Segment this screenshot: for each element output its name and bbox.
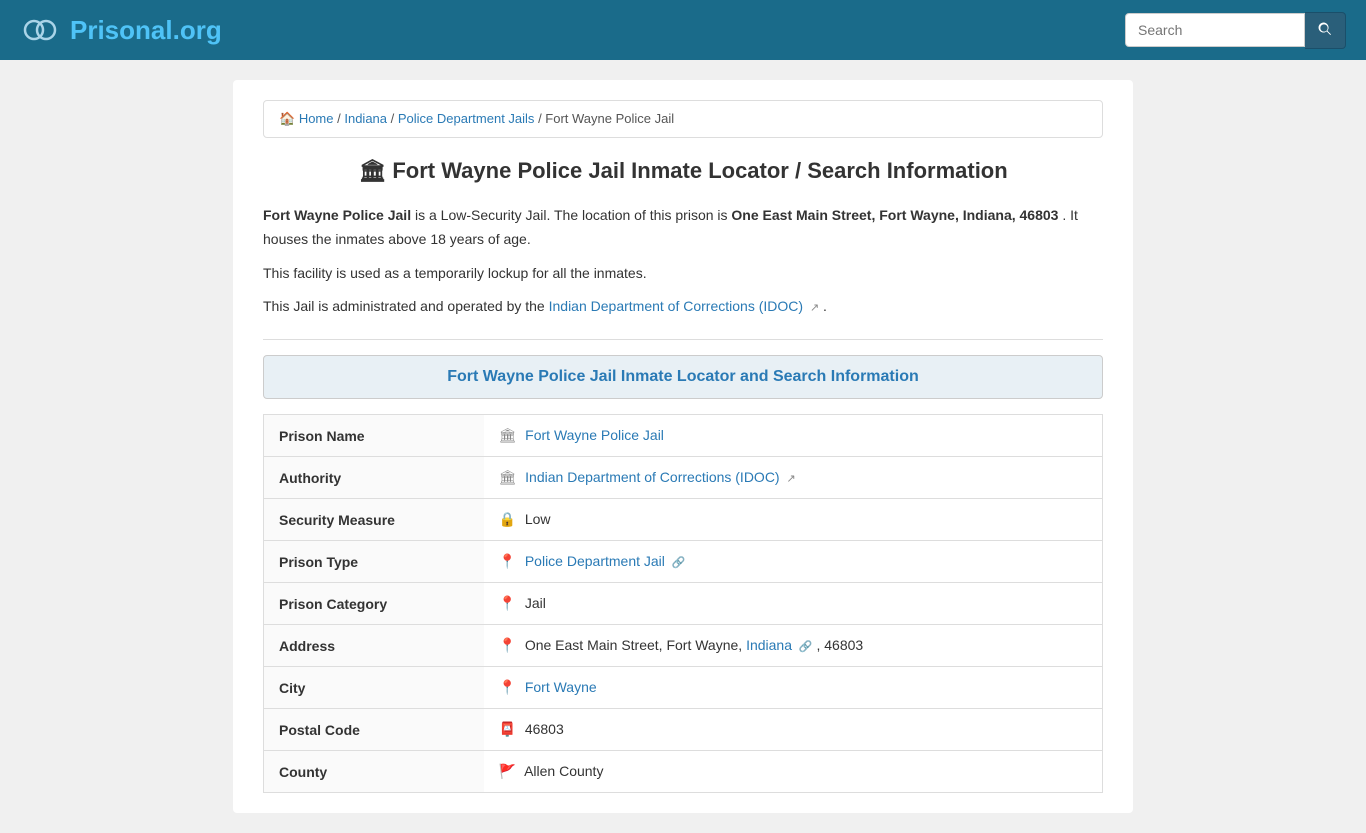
label-address: Address [264,625,484,667]
section-title: Fort Wayne Police Jail Inmate Locator an… [279,368,1087,386]
table-row: City 📍 Fort Wayne [264,667,1103,709]
jail-name-bold: Fort Wayne Police Jail [263,207,411,223]
search-icon [1317,21,1333,37]
postal-icon: 📮 [499,721,516,737]
page-title-area: 🏛 Fort Wayne Police Jail Inmate Locator … [263,158,1103,184]
authority-icon: 🏛 [499,469,517,485]
description: Fort Wayne Police Jail is a Low-Security… [263,204,1103,319]
value-postal: 📮 46803 [484,709,1103,751]
nav-icon-cat: 📍 [499,595,516,611]
breadcrumb: 🏠 Home / Indiana / Police Department Jai… [263,100,1103,138]
breadcrumb-police-jails[interactable]: Police Department Jails [398,111,535,126]
prison-type-link[interactable]: Police Department Jail [525,553,665,569]
value-authority: 🏛 Indian Department of Corrections (IDOC… [484,457,1103,499]
table-row: Address 📍 One East Main Street, Fort Way… [264,625,1103,667]
label-authority: Authority [264,457,484,499]
idoc-link[interactable]: Indian Department of Corrections (IDOC) [549,298,803,314]
prison-category-value: Jail [525,595,546,611]
home-icon: 🏠 [279,111,295,126]
logo-icon [20,10,60,50]
city-link[interactable]: Fort Wayne [525,679,597,695]
logo-area: Prisonal.org [20,10,222,50]
table-row: Postal Code 📮 46803 [264,709,1103,751]
table-row: Prison Category 📍 Jail [264,583,1103,625]
county-icon: 🚩 [499,763,516,779]
value-city: 📍 Fort Wayne [484,667,1103,709]
section-header: Fort Wayne Police Jail Inmate Locator an… [263,355,1103,399]
table-row: Authority 🏛 Indian Department of Correct… [264,457,1103,499]
divider [263,339,1103,340]
value-prison-type: 📍 Police Department Jail 🔗 [484,541,1103,583]
label-prison-category: Prison Category [264,583,484,625]
search-button[interactable] [1305,12,1346,49]
table-row: Prison Name 🏛 Fort Wayne Police Jail [264,415,1103,457]
search-area [1125,12,1346,49]
ext-icon-indiana: 🔗 [799,641,813,653]
value-prison-name: 🏛 Fort Wayne Police Jail [484,415,1103,457]
authority-link[interactable]: Indian Department of Corrections (IDOC) [525,469,779,485]
indiana-link[interactable]: Indiana [746,637,792,653]
table-row: Prison Type 📍 Police Department Jail 🔗 [264,541,1103,583]
address-prefix: One East Main Street, Fort Wayne, [525,637,746,653]
prison-title-icon: 🏛 [358,158,392,183]
header: Prisonal.org [0,0,1366,60]
lock-icon: 🔒 [499,511,516,527]
breadcrumb-home[interactable]: Home [299,111,334,126]
county-value: Allen County [524,763,603,779]
pin-icon: 📍 [499,637,516,653]
prison-icon: 🏛 [499,427,517,443]
value-address: 📍 One East Main Street, Fort Wayne, Indi… [484,625,1103,667]
logo-text: Prisonal.org [70,15,222,46]
breadcrumb-indiana[interactable]: Indiana [344,111,387,126]
description-paragraph-3: This Jail is administrated and operated … [263,295,1103,319]
value-prison-category: 📍 Jail [484,583,1103,625]
city-icon: 📍 [499,679,516,695]
label-security: Security Measure [264,499,484,541]
page-title: 🏛 Fort Wayne Police Jail Inmate Locator … [263,158,1103,184]
breadcrumb-current: Fort Wayne Police Jail [545,111,674,126]
description-paragraph-2: This facility is used as a temporarily l… [263,262,1103,286]
label-prison-name: Prison Name [264,415,484,457]
ext-icon-type: 🔗 [672,557,686,569]
label-city: City [264,667,484,709]
main-content: 🏠 Home / Indiana / Police Department Jai… [233,80,1133,813]
table-row: County 🚩 Allen County [264,751,1103,793]
label-county: County [264,751,484,793]
info-table: Prison Name 🏛 Fort Wayne Police Jail Aut… [263,414,1103,793]
label-postal: Postal Code [264,709,484,751]
security-value: Low [525,511,551,527]
ext-link-icon: ↗ [810,302,819,314]
address-suffix: , 46803 [816,637,863,653]
nav-icon-type: 📍 [499,553,516,569]
ext-icon-authority: ↗ [787,473,796,485]
value-security: 🔒 Low [484,499,1103,541]
table-row: Security Measure 🔒 Low [264,499,1103,541]
address-bold: One East Main Street, Fort Wayne, Indian… [731,207,1058,223]
description-paragraph-1: Fort Wayne Police Jail is a Low-Security… [263,204,1103,252]
value-county: 🚩 Allen County [484,751,1103,793]
prison-name-link[interactable]: Fort Wayne Police Jail [525,427,664,443]
search-input[interactable] [1125,13,1305,47]
label-prison-type: Prison Type [264,541,484,583]
postal-value: 46803 [525,721,564,737]
